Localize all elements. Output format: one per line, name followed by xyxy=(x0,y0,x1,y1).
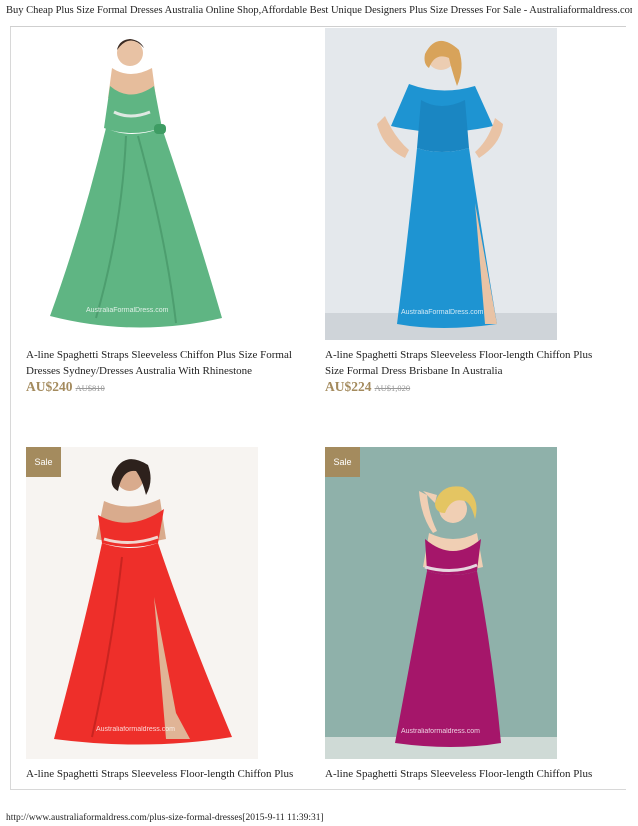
product-title-link[interactable]: A-line Spaghetti Straps Sleeveless Floor… xyxy=(325,767,610,783)
product-card[interactable]: Australiaformaldress.com Sale A-line Spa… xyxy=(26,447,316,787)
product-image-red-dress[interactable]: Australiaformaldress.com Sale xyxy=(26,447,258,759)
dress-bodice xyxy=(417,100,469,152)
original-price: AU$810 xyxy=(75,383,105,393)
dress-photo: AustraliaFormalDress.com xyxy=(325,28,557,340)
watermark: Australiaformaldress.com xyxy=(96,726,175,733)
product-card[interactable]: AustraliaFormalDress.com A-line Spaghett… xyxy=(325,28,615,398)
dress-photo: Australiaformaldress.com xyxy=(325,447,557,759)
product-title-link[interactable]: A-line Spaghetti Straps Sleeveless Floor… xyxy=(26,767,311,783)
current-price: AU$240 xyxy=(26,379,73,394)
product-card[interactable]: AustraliaFormalDress.com A-line Spaghett… xyxy=(26,28,316,398)
divider xyxy=(10,26,626,27)
watermark: AustraliaFormalDress.com xyxy=(401,309,484,316)
sale-badge: Sale xyxy=(26,447,61,477)
current-price: AU$224 xyxy=(325,379,372,394)
dress-photo: Australiaformaldress.com xyxy=(26,447,258,759)
product-image-magenta-dress[interactable]: Australiaformaldress.com Sale xyxy=(325,447,557,759)
original-price: AU$1,020 xyxy=(374,383,411,393)
product-title-link[interactable]: A-line Spaghetti Straps Sleeveless Floor… xyxy=(325,348,610,379)
page-title: Buy Cheap Plus Size Formal Dresses Austr… xyxy=(6,5,632,16)
price-row: AU$224 AU$1,020 xyxy=(325,378,410,396)
sale-badge: Sale xyxy=(325,447,360,477)
product-card[interactable]: Australiaformaldress.com Sale A-line Spa… xyxy=(325,447,615,787)
watermark: AustraliaFormalDress.com xyxy=(86,307,169,314)
footer-url: http://www.australiaformaldress.com/plus… xyxy=(6,813,324,823)
dress-photo: AustraliaFormalDress.com xyxy=(26,28,258,340)
product-image-green-dress[interactable]: AustraliaFormalDress.com xyxy=(26,28,258,340)
product-image-blue-dress[interactable]: AustraliaFormalDress.com xyxy=(325,28,557,340)
product-title-link[interactable]: A-line Spaghetti Straps Sleeveless Chiff… xyxy=(26,348,311,379)
watermark: Australiaformaldress.com xyxy=(401,728,480,735)
price-row: AU$240 AU$810 xyxy=(26,378,105,396)
